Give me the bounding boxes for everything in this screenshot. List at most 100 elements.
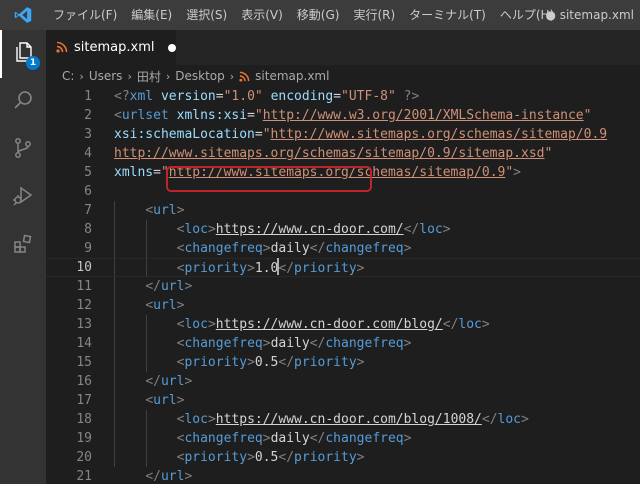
- code-editor[interactable]: 1 <?xml version="1.0" encoding="UTF-8" ?>…: [46, 87, 640, 484]
- code-token: 1.0: [254, 261, 279, 276]
- tab-sitemap-xml[interactable]: sitemap.xml: [46, 30, 176, 65]
- explorer-button[interactable]: 1: [0, 30, 46, 78]
- breadcrumb-item[interactable]: Users: [89, 69, 123, 83]
- code-token: >: [262, 241, 271, 256]
- search-button[interactable]: [0, 78, 46, 126]
- line-number: 6: [84, 184, 92, 199]
- breadcrumb-item[interactable]: C:: [62, 69, 74, 83]
- code-token: ": [544, 146, 553, 161]
- menu-item[interactable]: 選択(S): [179, 0, 234, 30]
- code-line[interactable]: 3 xsi:schemaLocation="http://www.sitemaps…: [46, 125, 640, 144]
- code-token: https://www.cn-door.com/: [215, 222, 404, 237]
- code-line[interactable]: 16 </url>: [46, 372, 640, 391]
- code-token: >: [262, 336, 271, 351]
- code-text: <loc>https://www.cn-door.com/</loc>: [114, 220, 451, 239]
- code-token: ?>: [403, 89, 420, 104]
- code-token: loc: [419, 222, 443, 237]
- code-token: >: [176, 393, 185, 408]
- code-line-current[interactable]: 10 <priority>1.0</priority>: [46, 258, 640, 277]
- breadcrumb-file[interactable]: sitemap.xml: [239, 69, 329, 83]
- menu-item[interactable]: 実行(R): [346, 0, 402, 30]
- highlight-annotation: [166, 166, 372, 192]
- code-line[interactable]: 1 <?xml version="1.0" encoding="UTF-8" ?>: [46, 87, 640, 106]
- line-number: 1: [84, 89, 92, 104]
- code-line[interactable]: 19 <changefreq>daily</changefreq>: [46, 429, 640, 448]
- code-text: <urlset xmlns:xsi="http://www.w3.org/200…: [114, 106, 591, 125]
- code-text: </url>: [114, 372, 192, 391]
- code-token: url: [160, 279, 185, 294]
- line-number: 10: [76, 260, 92, 275]
- code-token: https://www.cn-door.com/blog/: [215, 317, 443, 332]
- code-token: xml: [129, 89, 154, 104]
- code-token: ": [254, 108, 263, 123]
- breadcrumb-item[interactable]: 田村: [137, 68, 161, 85]
- code-token: loc: [458, 317, 482, 332]
- code-token: <?: [114, 89, 130, 104]
- code-line[interactable]: 14 <changefreq>daily</changefreq>: [46, 334, 640, 353]
- code-line[interactable]: 2 <urlset xmlns:xsi="http://www.w3.org/20…: [46, 106, 640, 125]
- source-control-button[interactable]: [0, 126, 46, 174]
- code-token: >: [247, 450, 255, 465]
- code-line[interactable]: 21 </url>: [46, 467, 640, 484]
- code-token: changefreq: [325, 336, 404, 351]
- menu-item[interactable]: ターミナル(T): [402, 0, 493, 30]
- explorer-badge: 1: [26, 56, 40, 70]
- code-line[interactable]: 4 http://www.sitemaps.org/schemas/sitemap…: [46, 144, 640, 163]
- menu-item[interactable]: ファイル(F): [46, 0, 124, 30]
- code-token: >: [207, 412, 216, 427]
- menu-item[interactable]: 表示(V): [234, 0, 290, 30]
- code-token: loc: [184, 317, 208, 332]
- code-line[interactable]: 12 <url>: [46, 296, 640, 315]
- code-line[interactable]: 11 </url>: [46, 277, 640, 296]
- code-token: 0.5: [254, 355, 279, 370]
- code-token: </: [309, 431, 326, 446]
- code-token: >: [247, 261, 255, 276]
- source-control-icon: [11, 136, 35, 164]
- code-line[interactable]: 15 <priority>0.5</priority>: [46, 353, 640, 372]
- unsaved-dot-icon[interactable]: [168, 43, 176, 52]
- vscode-logo-icon[interactable]: [0, 0, 46, 30]
- code-token: priority: [294, 355, 357, 370]
- run-debug-button[interactable]: [0, 174, 46, 222]
- code-line[interactable]: 7 <url>: [46, 201, 640, 220]
- code-token: </: [309, 241, 326, 256]
- code-token: <: [114, 108, 122, 123]
- code-token: daily: [270, 336, 310, 351]
- code-token: url: [153, 298, 177, 313]
- line-number: 13: [76, 317, 92, 332]
- line-number: 11: [76, 279, 92, 294]
- code-line[interactable]: 9 <changefreq>daily</changefreq>: [46, 239, 640, 258]
- code-token: =: [247, 108, 255, 123]
- extensions-button[interactable]: [0, 222, 46, 270]
- breadcrumb-item[interactable]: Desktop: [175, 69, 225, 83]
- code-line[interactable]: 13 <loc>https://www.cn-door.com/blog/</l…: [46, 315, 640, 334]
- code-text: <url>: [114, 391, 184, 410]
- breadcrumb: C: › Users › 田村 › Desktop › sitemap.xml: [46, 65, 640, 87]
- code-token: </: [145, 374, 161, 389]
- code-text: <priority>0.5</priority>: [114, 353, 365, 372]
- code-line[interactable]: 17 <url>: [46, 391, 640, 410]
- code-token: priority: [184, 261, 248, 276]
- code-line[interactable]: 18 <loc>https://www.cn-door.com/blog/100…: [46, 410, 640, 429]
- code-line[interactable]: 20 <priority>0.5</priority>: [46, 448, 640, 467]
- extensions-icon: [11, 232, 35, 260]
- code-line[interactable]: 8 <loc>https://www.cn-door.com/</loc>: [46, 220, 640, 239]
- code-token: url: [153, 203, 177, 218]
- line-number: 15: [76, 355, 92, 370]
- code-text: <changefreq>daily</changefreq>: [114, 239, 412, 258]
- code-token: loc: [184, 222, 208, 237]
- code-token: url: [160, 469, 185, 484]
- line-number: 20: [76, 450, 92, 465]
- code-token: url: [153, 393, 177, 408]
- menu-item[interactable]: 編集(E): [124, 0, 179, 30]
- code-token: priority: [184, 450, 248, 465]
- menu-item[interactable]: 移動(G): [290, 0, 347, 30]
